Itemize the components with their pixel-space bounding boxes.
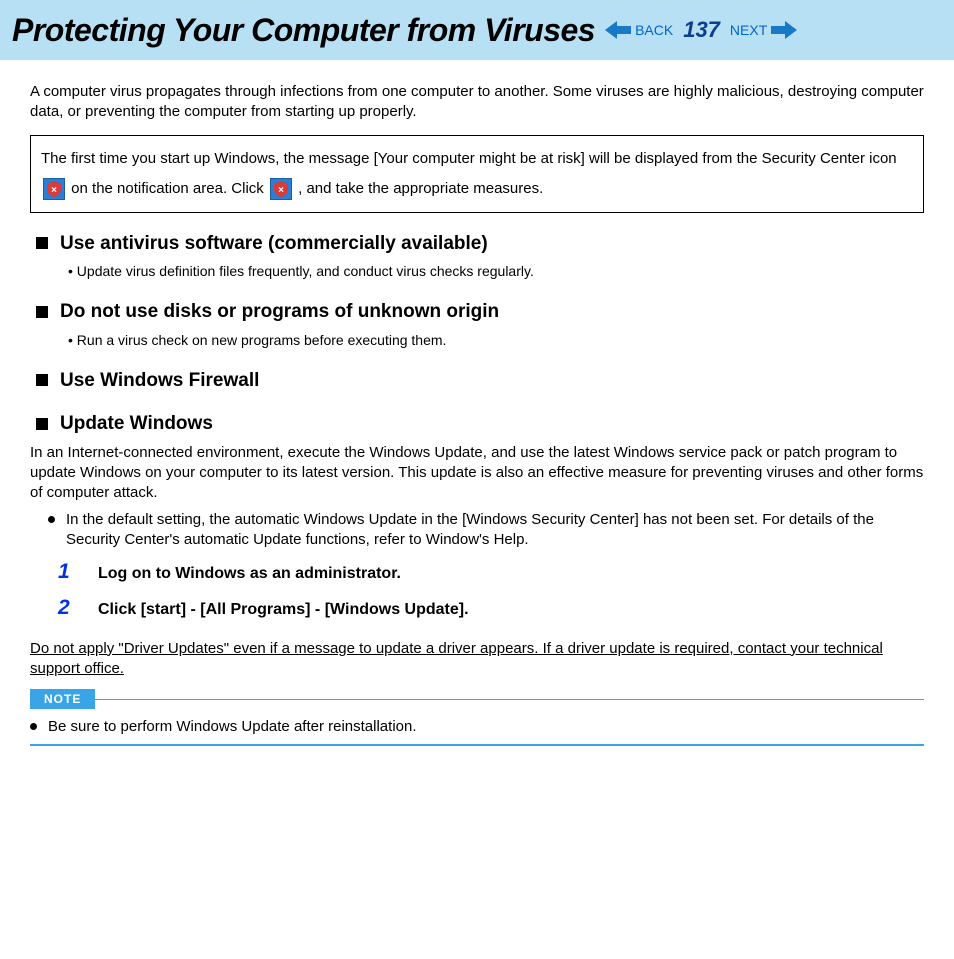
note-divider: [95, 699, 924, 700]
antivirus-bullet: Update virus definition files frequently…: [68, 262, 924, 281]
step-text: Log on to Windows as an administrator.: [98, 563, 401, 585]
infobox-text-1: The first time you start up Windows, the…: [41, 150, 897, 167]
update-windows-paragraph: In an Internet-connected environment, ex…: [30, 443, 924, 504]
section-heading-firewall: Use Windows Firewall: [36, 368, 924, 394]
header-bar: Protecting Your Computer from Viruses BA…: [0, 0, 954, 60]
step-number: 2: [58, 594, 98, 622]
note-end-divider: [30, 744, 924, 746]
intro-paragraph: A computer virus propagates through infe…: [30, 82, 924, 123]
unknown-origin-bullet: Run a virus check on new programs before…: [68, 331, 924, 350]
square-bullet-icon: [36, 418, 48, 430]
info-box: The first time you start up Windows, the…: [30, 135, 924, 213]
page-title: Protecting Your Computer from Viruses: [12, 12, 595, 49]
back-arrow-icon[interactable]: [605, 21, 631, 39]
svg-text:×: ×: [278, 185, 284, 196]
section-heading-antivirus: Use antivirus software (commercially ava…: [36, 231, 924, 257]
step-1: 1 Log on to Windows as an administrator.: [58, 558, 924, 586]
heading-text: Use antivirus software (commercially ava…: [60, 231, 488, 257]
content-area: A computer virus propagates through infe…: [0, 60, 954, 766]
infobox-text-3: , and take the appropriate measures.: [298, 180, 543, 197]
section-heading-update-windows: Update Windows: [36, 411, 924, 437]
square-bullet-icon: [36, 237, 48, 249]
svg-text:×: ×: [51, 185, 57, 196]
note-body: Be sure to perform Windows Update after …: [30, 717, 924, 737]
square-bullet-icon: [36, 306, 48, 318]
back-button[interactable]: BACK: [635, 22, 673, 38]
security-shield-icon: ×: [270, 178, 292, 200]
heading-text: Do not use disks or programs of unknown …: [60, 299, 499, 325]
driver-warning: Do not apply "Driver Updates" even if a …: [30, 639, 924, 680]
note-badge: NOTE: [30, 689, 95, 709]
nav-group: BACK 137 NEXT: [605, 17, 797, 43]
infobox-text-2: on the notification area. Click: [71, 180, 268, 197]
note-header: NOTE: [30, 689, 924, 709]
security-shield-icon: ×: [43, 178, 65, 200]
next-arrow-icon[interactable]: [771, 21, 797, 39]
heading-text: Update Windows: [60, 411, 213, 437]
step-number: 1: [58, 558, 98, 586]
heading-text: Use Windows Firewall: [60, 368, 259, 394]
next-button[interactable]: NEXT: [730, 22, 767, 38]
square-bullet-icon: [36, 374, 48, 386]
step-2: 2 Click [start] - [All Programs] - [Wind…: [58, 594, 924, 622]
section-heading-unknown-origin: Do not use disks or programs of unknown …: [36, 299, 924, 325]
page-number: 137: [683, 17, 720, 43]
update-windows-note: In the default setting, the automatic Wi…: [48, 510, 924, 551]
step-text: Click [start] - [All Programs] - [Window…: [98, 599, 469, 621]
